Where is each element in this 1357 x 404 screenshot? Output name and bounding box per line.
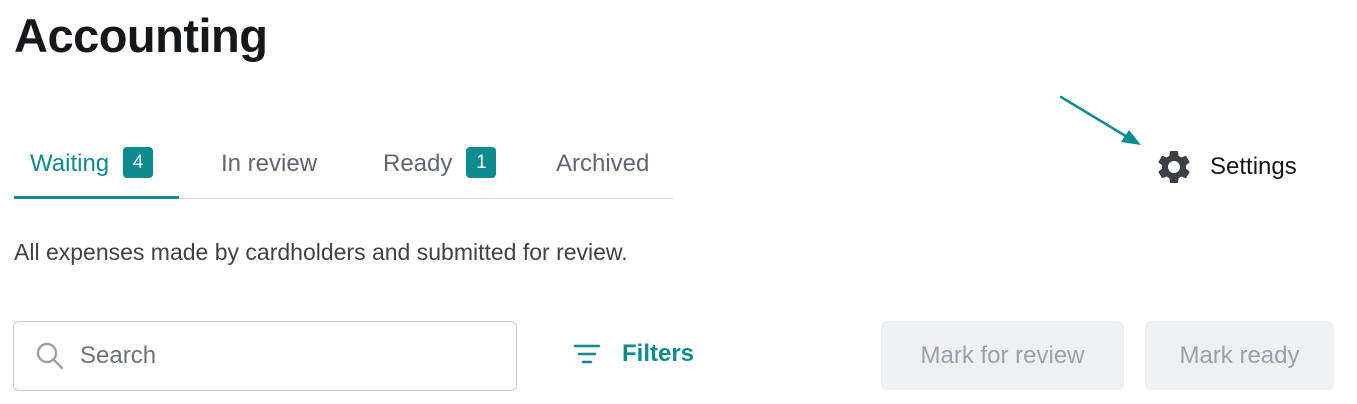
search-field[interactable]	[13, 321, 517, 391]
search-icon	[36, 342, 64, 370]
tab-waiting-count-badge: 4	[123, 147, 154, 178]
tab-ready-count-badge: 1	[466, 147, 497, 178]
settings-button[interactable]: Settings	[1154, 147, 1297, 187]
page-title: Accounting	[14, 9, 268, 62]
filter-lines-icon	[573, 344, 601, 364]
tab-archived-label: Archived	[556, 150, 650, 177]
tab-ready[interactable]: Ready 1	[383, 132, 497, 198]
tab-bar: Waiting 4 In review Ready 1 Archived	[14, 132, 674, 199]
mark-for-review-button[interactable]: Mark for review	[881, 321, 1124, 390]
annotation-arrow-icon	[1059, 95, 1141, 145]
tab-waiting-label: Waiting	[30, 150, 110, 177]
settings-label: Settings	[1210, 153, 1297, 180]
tab-ready-label: Ready	[383, 150, 453, 177]
tab-in-review-label: In review	[221, 150, 318, 177]
tab-archived[interactable]: Archived	[556, 132, 649, 198]
tab-waiting[interactable]: Waiting 4	[14, 132, 179, 199]
page-description: All expenses made by cardholders and sub…	[14, 239, 628, 265]
search-input[interactable]	[78, 341, 482, 371]
mark-ready-button[interactable]: Mark ready	[1145, 321, 1334, 390]
filters-label: Filters	[622, 340, 695, 367]
filters-button[interactable]: Filters	[572, 339, 694, 369]
tab-in-review[interactable]: In review	[221, 132, 317, 198]
gear-icon	[1158, 150, 1190, 183]
